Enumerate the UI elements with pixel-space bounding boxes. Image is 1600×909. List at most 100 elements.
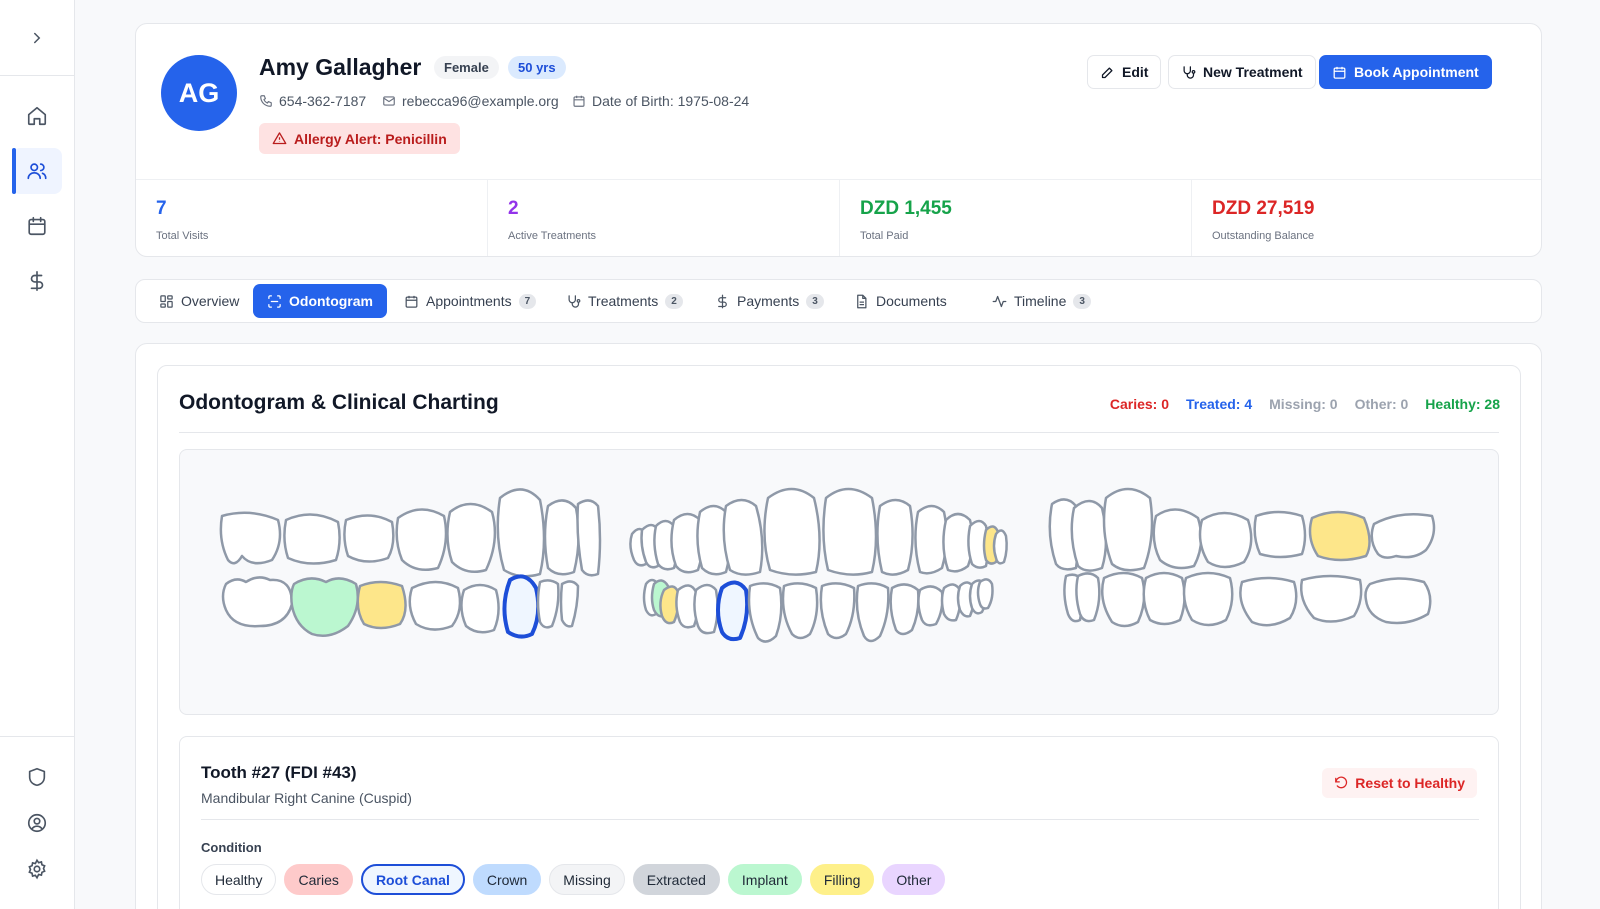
- tooth[interactable]: [1075, 572, 1101, 623]
- tooth[interactable]: [976, 578, 994, 610]
- edit-button[interactable]: Edit: [1087, 55, 1162, 89]
- book-appointment-button[interactable]: Book Appointment: [1319, 55, 1492, 89]
- tab-overview[interactable]: Overview: [153, 284, 245, 318]
- stat-value: 7: [156, 198, 167, 219]
- tooth[interactable]: [876, 498, 914, 576]
- tab-odontogram[interactable]: Odontogram: [253, 284, 387, 318]
- sidebar-item-patients[interactable]: [12, 148, 62, 194]
- sidebar-item-security[interactable]: [12, 754, 62, 800]
- condition-chip-filling[interactable]: Filling: [809, 864, 875, 895]
- tooth[interactable]: [716, 580, 750, 642]
- reset-to-healthy-button[interactable]: Reset to Healthy: [1322, 768, 1477, 798]
- email-contact[interactable]: rebecca96@example.org: [382, 93, 559, 109]
- allergy-text: Allergy Alert: Penicillin: [294, 130, 447, 147]
- tooth[interactable]: [781, 582, 819, 640]
- summary-other: Other: 0: [1354, 396, 1409, 412]
- tooth[interactable]: [822, 487, 878, 576]
- tooth[interactable]: [1198, 511, 1253, 569]
- tooth[interactable]: [1070, 499, 1108, 572]
- tooth[interactable]: [992, 529, 1008, 565]
- tab-label: Treatments: [588, 293, 659, 309]
- pencil-icon: [1101, 67, 1113, 78]
- tooth[interactable]: [502, 574, 541, 639]
- tooth[interactable]: [1308, 510, 1371, 562]
- tooth[interactable]: [343, 514, 395, 563]
- tooth[interactable]: [283, 513, 341, 565]
- book-appointment-label: Book Appointment: [1354, 64, 1479, 80]
- tab-treatments[interactable]: Treatments 2: [560, 284, 689, 318]
- tooth[interactable]: [1152, 508, 1203, 570]
- tooth[interactable]: [1370, 513, 1436, 559]
- tooth[interactable]: [1101, 571, 1146, 628]
- sidebar-item-profile[interactable]: [12, 800, 62, 846]
- condition-options: Healthy Caries Root Canal Crown Missing Extra…: [201, 864, 946, 895]
- condition-chip-healthy[interactable]: Healthy: [201, 864, 277, 895]
- tooth[interactable]: [1239, 576, 1298, 627]
- tooth[interactable]: [747, 582, 783, 643]
- stat-value: DZD 27,519: [1212, 198, 1315, 219]
- divider: [179, 432, 1499, 433]
- condition-chip-implant[interactable]: Implant: [727, 864, 802, 895]
- dob-text: Date of Birth: 1975-08-24: [592, 93, 750, 109]
- new-treatment-button[interactable]: New Treatment: [1168, 55, 1316, 89]
- tooth[interactable]: [446, 502, 497, 573]
- stat-total-visits: 7 Total Visits: [136, 180, 488, 256]
- tooth[interactable]: [1142, 571, 1186, 626]
- calendar-icon: [405, 295, 418, 308]
- tooth[interactable]: [408, 580, 462, 631]
- tooth[interactable]: [1253, 510, 1307, 559]
- gender-badge: Female: [434, 56, 499, 79]
- condition-chip-root-canal[interactable]: Root Canal: [360, 864, 465, 895]
- tooth[interactable]: [290, 577, 359, 637]
- tooth[interactable]: [722, 498, 764, 576]
- tooth[interactable]: [855, 582, 890, 643]
- stat-outstanding-balance: DZD 27,519 Outstanding Balance: [1192, 180, 1541, 256]
- condition-chip-crown[interactable]: Crown: [472, 864, 542, 895]
- tooth[interactable]: [889, 583, 920, 636]
- tooth[interactable]: [819, 582, 856, 640]
- tooth[interactable]: [1182, 571, 1234, 627]
- tooth[interactable]: [536, 579, 560, 629]
- summary-caries: Caries: 0: [1109, 396, 1169, 412]
- tooth[interactable]: [559, 580, 580, 628]
- tab-timeline[interactable]: Timeline 3: [986, 284, 1097, 318]
- tab-label: Odontogram: [289, 293, 373, 309]
- condition-chip-missing[interactable]: Missing: [549, 864, 625, 895]
- sidebar-item-settings[interactable]: [12, 846, 62, 892]
- tooth[interactable]: [221, 576, 294, 628]
- sidebar-expand-button[interactable]: [0, 0, 74, 76]
- sidebar-item-calendar[interactable]: [12, 203, 62, 249]
- condition-chip-extracted[interactable]: Extracted: [632, 864, 720, 895]
- warning-icon: [272, 132, 287, 145]
- tooth[interactable]: [460, 583, 500, 634]
- condition-chip-other[interactable]: Other: [882, 864, 946, 895]
- rotate-ccw-icon: [1335, 776, 1348, 789]
- odontogram-svg: [219, 487, 1436, 643]
- dollar-icon: [30, 271, 44, 291]
- tab-appointments[interactable]: Appointments 7: [398, 284, 542, 318]
- stat-label: Total Paid: [860, 230, 909, 242]
- sidebar-item-billing[interactable]: [12, 258, 62, 304]
- tooth[interactable]: [1102, 487, 1154, 572]
- sidebar-item-home[interactable]: [12, 93, 62, 139]
- tooth[interactable]: [914, 504, 948, 575]
- phone-contact[interactable]: 654-362-7187: [259, 93, 366, 109]
- odontogram-section: Odontogram & Clinical Charting Caries: 0…: [157, 365, 1521, 909]
- tooth[interactable]: [1300, 574, 1363, 623]
- tooth[interactable]: [543, 499, 580, 576]
- file-icon: [857, 294, 867, 308]
- tab-payments[interactable]: Payments 3: [709, 284, 830, 318]
- tooth[interactable]: [219, 511, 282, 565]
- tooth[interactable]: [356, 580, 407, 630]
- tooth[interactable]: [576, 499, 602, 577]
- tab-documents[interactable]: Documents: [848, 284, 953, 318]
- tooth[interactable]: [763, 487, 821, 576]
- tooth[interactable]: [693, 583, 719, 635]
- tooth[interactable]: [496, 488, 546, 578]
- sidebar: [0, 0, 75, 909]
- tooth[interactable]: [917, 585, 944, 627]
- tooth[interactable]: [395, 508, 448, 571]
- condition-chip-caries[interactable]: Caries: [284, 864, 353, 895]
- avatar: AG: [161, 55, 237, 131]
- tooth[interactable]: [1364, 577, 1432, 625]
